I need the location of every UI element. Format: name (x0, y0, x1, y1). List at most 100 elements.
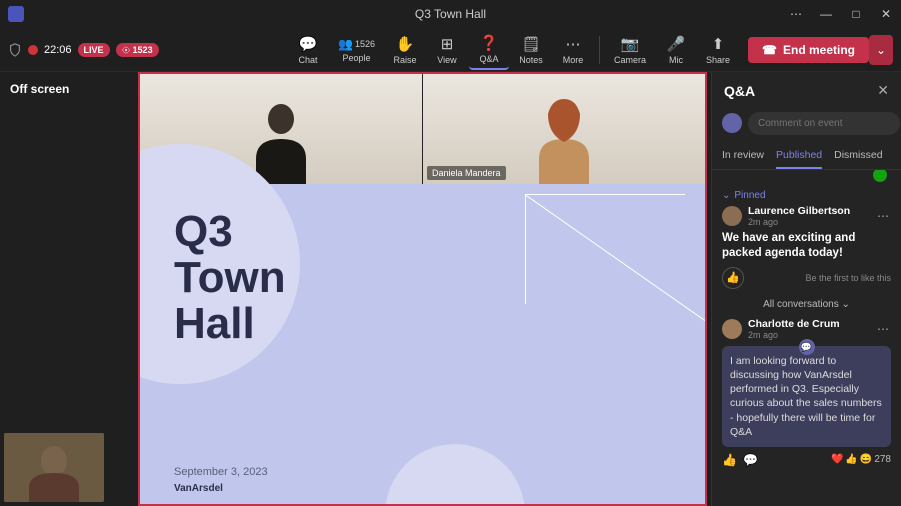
more-label: More (563, 55, 584, 65)
share-icon: ⬆ (712, 35, 725, 53)
minimize-button[interactable]: ― (811, 0, 841, 28)
post-time: 2m ago (748, 217, 850, 227)
mic-icon: 🎤 (667, 35, 686, 53)
record-icon (28, 45, 38, 55)
qa-panel: Q&A ✕ 💬⌄ In review Published Dismissed ⌄… (711, 72, 901, 506)
slide-brand: VanArsdel (174, 483, 223, 494)
chat-label: Chat (298, 55, 317, 65)
person-silhouette (524, 94, 604, 184)
app-icon (8, 6, 24, 22)
qa-tabs: In review Published Dismissed (712, 143, 901, 170)
mic-label: Mic (669, 55, 683, 65)
notes-icon: 🗒 (521, 35, 540, 53)
like-hint: Be the first to like this (805, 273, 891, 283)
slide-decor-lines (525, 194, 685, 304)
raise-hand-button[interactable]: ✋ Raise (385, 31, 425, 69)
more-window-button[interactable]: ⋯ (781, 0, 811, 28)
slide-date: September 3, 2023 (174, 466, 268, 478)
mic-button[interactable]: 🎤 Mic (656, 31, 696, 69)
qa-close-button[interactable]: ✕ (877, 82, 889, 99)
share-label: Share (706, 55, 730, 65)
close-button[interactable]: ✕ (871, 0, 901, 28)
people-label: People (342, 53, 370, 63)
tab-published[interactable]: Published (776, 143, 822, 169)
avatar (722, 206, 742, 226)
notes-button[interactable]: 🗒 Notes (511, 31, 551, 69)
comment-input[interactable] (748, 112, 900, 135)
thumb-icon: 👍 (845, 454, 857, 465)
people-count: 1526 (355, 39, 375, 49)
post-text: We have an exciting and packed agenda to… (722, 231, 891, 261)
comment-button[interactable]: 💬 (743, 453, 758, 467)
tab-in-review[interactable]: In review (722, 143, 764, 169)
chevron-down-icon: ⌄ (876, 43, 886, 57)
post-more-button[interactable]: ⋯ (875, 322, 891, 336)
tab-dismissed[interactable]: Dismissed (834, 143, 882, 169)
end-meeting-label: End meeting (783, 43, 855, 57)
chat-button[interactable]: 💬 Chat (288, 31, 328, 69)
meeting-duration: 22:06 (44, 44, 72, 56)
view-label: View (437, 55, 456, 65)
all-conversations-toggle[interactable]: All conversations ⌄ (722, 299, 891, 310)
post-author: Laurence Gilbertson (748, 205, 850, 217)
hand-icon: ✋ (396, 35, 415, 53)
share-button[interactable]: ⬆ Share (698, 31, 738, 69)
post-header: Charlotte de Crum 2m ago ⋯ (722, 318, 891, 340)
qa-title: Q&A (724, 83, 755, 99)
chevron-down-icon: ⌄ (722, 190, 730, 201)
pinned-label-text: Pinned (734, 190, 765, 201)
end-meeting-button[interactable]: ☎ End meeting (748, 37, 869, 63)
meeting-toolbar: 💬 Chat 👥1526 People ✋ Raise ⊞ View ❓ Q&A… (159, 30, 893, 70)
qa-button[interactable]: ❓ Q&A (469, 30, 509, 70)
post-time: 2m ago (748, 330, 840, 340)
post-more-button[interactable]: ⋯ (875, 209, 891, 223)
slide-decor-circle (385, 444, 525, 506)
offscreen-label: Off screen (10, 82, 69, 96)
notes-label: Notes (519, 55, 543, 65)
reply-avatar-icon: 💬 (799, 339, 815, 355)
camera-label: Camera (614, 55, 646, 65)
heart-icon: ❤️ (831, 454, 843, 465)
presented-content: Charlotte de Crum Daniela Mandera Q3 Tow… (138, 72, 707, 506)
reaction-summary[interactable]: ❤️ 👍 😄 278 (831, 454, 891, 465)
titlebar: Q3 Town Hall ⋯ ― □ ✕ (0, 0, 901, 28)
viewer-count: 1523 (133, 45, 153, 55)
qa-body: ⌄ Pinned Laurence Gilbertson 2m ago ⋯ We… (712, 170, 901, 506)
post-header: Laurence Gilbertson 2m ago ⋯ (722, 205, 891, 227)
window-controls: ⋯ ― □ ✕ (781, 0, 901, 28)
chevron-down-icon: ⌄ (841, 299, 849, 310)
slide-title-line: Q3 (174, 209, 286, 255)
self-view[interactable] (4, 433, 104, 502)
camera-icon: 📷 (621, 35, 640, 53)
window-title: Q3 Town Hall (415, 7, 486, 21)
qa-header: Q&A ✕ (712, 72, 901, 107)
maximize-button[interactable]: □ (841, 0, 871, 28)
post-reactions: 👍 💬 ❤️ 👍 😄 278 (722, 453, 891, 467)
all-conversations-label: All conversations (763, 299, 839, 310)
like-button[interactable]: 👍 (722, 453, 737, 467)
slide-title-line: Town (174, 255, 286, 301)
post-reply: 💬 I am looking forward to discussing how… (722, 346, 891, 447)
qa-label: Q&A (479, 54, 498, 64)
status-area: 22:06 LIVE 1523 (8, 43, 159, 57)
live-badge: LIVE (78, 43, 110, 57)
video-tile[interactable]: Daniela Mandera (422, 74, 705, 184)
reaction-count: 278 (874, 454, 891, 465)
eye-icon (122, 46, 130, 54)
camera-button[interactable]: 📷 Camera (606, 31, 654, 69)
slide-title-line: Hall (174, 301, 286, 347)
main-area: Off screen Charlotte de Crum Daniela Man… (0, 72, 901, 506)
self-silhouette (4, 433, 104, 502)
comment-row: 💬⌄ (722, 111, 891, 135)
laugh-icon: 😄 (860, 454, 872, 465)
like-button[interactable]: 👍 (722, 267, 744, 289)
people-button[interactable]: 👥1526 People (330, 33, 383, 67)
end-meeting-dropdown[interactable]: ⌄ (869, 35, 893, 65)
view-button[interactable]: ⊞ View (427, 31, 467, 69)
avatar (722, 319, 742, 339)
grid-icon: ⊞ (441, 35, 454, 53)
shield-icon (8, 43, 22, 57)
pinned-toggle[interactable]: ⌄ Pinned (722, 190, 891, 201)
more-button[interactable]: ⋯ More (553, 31, 593, 69)
slide-title: Q3 Town Hall (174, 209, 286, 348)
